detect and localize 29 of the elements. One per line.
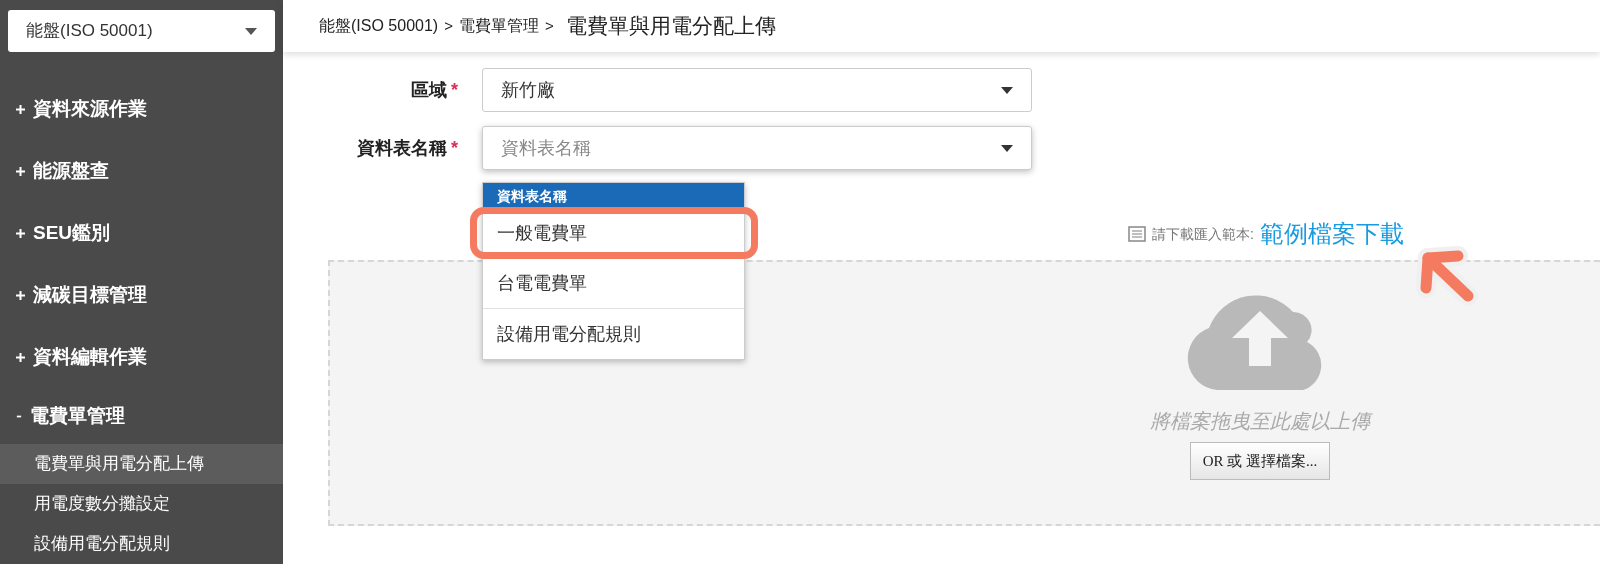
breadcrumb-link[interactable]: 電費單管理 (458, 14, 539, 38)
module-select[interactable]: 能盤(ISO 50001) (8, 10, 275, 52)
choose-file-button[interactable]: OR 或 選擇檔案... (1189, 442, 1331, 480)
sidebar-subitem[interactable]: 用電度數分攤設定 (0, 484, 283, 524)
sidebar-item[interactable]: 減碳目標管理 (0, 264, 283, 326)
dropdown-header: 資料表名稱 (483, 183, 744, 209)
dropdown-option[interactable]: 設備用電分配規則 (483, 309, 744, 359)
field-label: 資料表名稱 * (356, 136, 458, 160)
breadcrumb-separator: > (544, 15, 554, 36)
select-field[interactable]: 新竹廠 (482, 68, 1032, 112)
caret-icon (1001, 144, 1013, 152)
page-title: 電費單與用電分配上傳 (565, 13, 776, 40)
sidebar-item[interactable]: 電費單管理 (0, 388, 283, 444)
sidebar-item[interactable]: 資料來源作業 (0, 78, 283, 140)
dropdown-option[interactable]: 台電電費單 (483, 259, 744, 309)
template-label: 請下載匯入範本: (1152, 224, 1254, 244)
field-label: 區域 * (410, 78, 458, 102)
sidebar-item[interactable]: 能源盤查 (0, 140, 283, 202)
list-icon (1128, 226, 1147, 242)
dropdown-option[interactable]: 一般電費單 (483, 209, 744, 259)
breadcrumb-separator: > (444, 15, 453, 36)
caret-icon (245, 27, 257, 35)
select-field[interactable]: 資料表名稱 (482, 126, 1032, 170)
breadcrumb-link[interactable]: 能盤(ISO 50001) (319, 14, 439, 38)
sidebar-item[interactable]: 資料編輯作業 (0, 326, 283, 388)
sidebar-subitem[interactable]: 設備用電分配規則 (0, 524, 283, 564)
sidebar-item[interactable]: SEU鑑別 (0, 202, 283, 264)
caret-icon (1001, 86, 1013, 94)
sidebar-subitem[interactable]: 電費單與用電分配上傳 (0, 444, 283, 484)
